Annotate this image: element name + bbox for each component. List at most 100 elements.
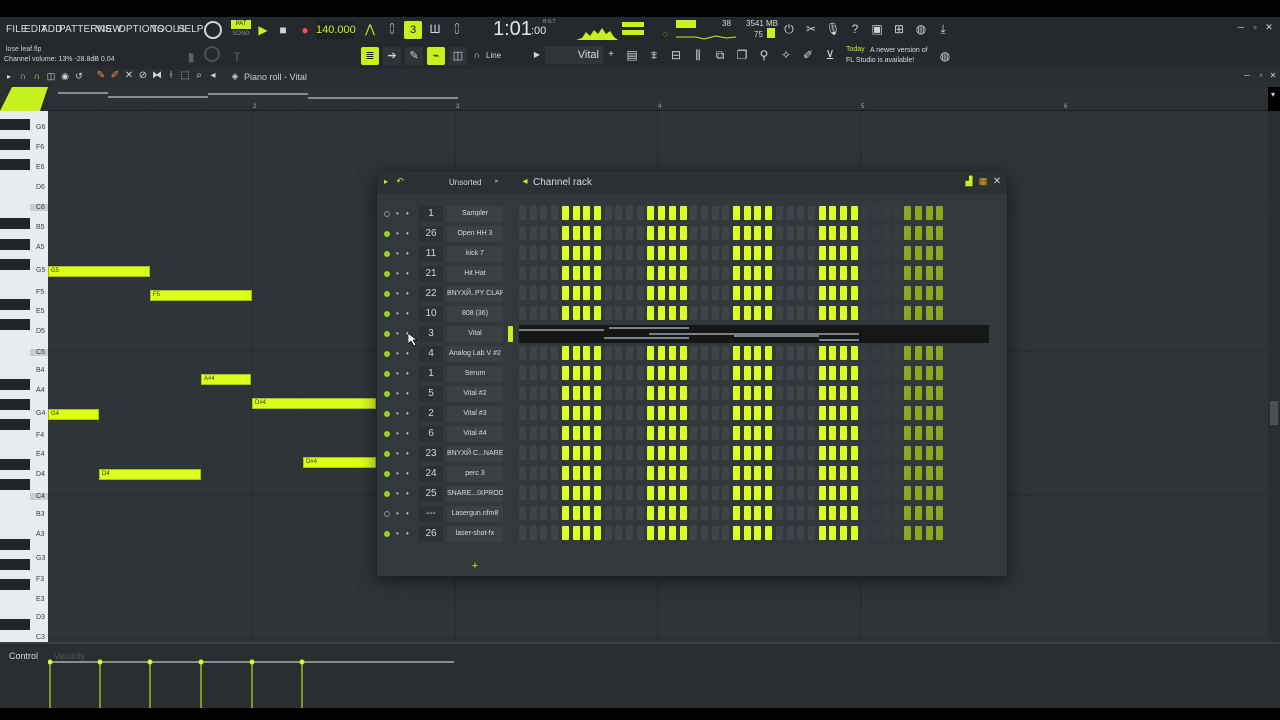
step-button[interactable]	[561, 466, 569, 480]
step-button[interactable]	[850, 366, 858, 380]
step-button[interactable]	[561, 446, 569, 460]
step-button[interactable]	[818, 526, 826, 540]
step-button[interactable]	[904, 506, 912, 520]
step-button[interactable]	[658, 486, 666, 500]
step-button[interactable]	[647, 306, 655, 320]
volume-knob-icon[interactable]: •	[406, 229, 409, 238]
step-button[interactable]	[786, 266, 794, 280]
step-button[interactable]	[797, 406, 805, 420]
step-button[interactable]	[797, 366, 805, 380]
step-button[interactable]	[925, 446, 933, 460]
select-tool-icon[interactable]: ⬚	[180, 70, 190, 81]
step-button[interactable]	[636, 426, 644, 440]
step-button[interactable]	[754, 206, 762, 220]
step-button[interactable]	[593, 306, 601, 320]
step-button[interactable]	[807, 386, 815, 400]
step-button[interactable]	[647, 226, 655, 240]
piano-roll-view-button[interactable]: ≣	[361, 47, 379, 65]
step-button[interactable]	[711, 266, 719, 280]
channel-name-button[interactable]: Sampler	[447, 206, 503, 222]
step-button[interactable]	[658, 286, 666, 300]
step-button[interactable]	[615, 526, 623, 540]
black-key[interactable]	[0, 319, 30, 330]
step-button[interactable]	[807, 206, 815, 220]
step-button[interactable]	[872, 466, 880, 480]
step-button[interactable]	[604, 426, 612, 440]
step-button[interactable]	[882, 306, 890, 320]
step-button[interactable]	[658, 226, 666, 240]
preset-prev-arrow-icon[interactable]: ▶	[533, 50, 541, 59]
step-button[interactable]	[904, 406, 912, 420]
step-button[interactable]	[540, 426, 548, 440]
step-button[interactable]	[583, 266, 591, 280]
step-button[interactable]	[765, 206, 773, 220]
step-button[interactable]	[636, 246, 644, 260]
step-button[interactable]	[658, 506, 666, 520]
step-button[interactable]	[861, 286, 869, 300]
step-button[interactable]	[658, 526, 666, 540]
step-button[interactable]	[658, 466, 666, 480]
step-button[interactable]	[711, 446, 719, 460]
step-button[interactable]	[700, 486, 708, 500]
minimize-window-icon[interactable]: ─	[1236, 22, 1246, 32]
step-button[interactable]	[583, 386, 591, 400]
step-button[interactable]	[636, 306, 644, 320]
step-button[interactable]	[593, 466, 601, 480]
mixer-track-number[interactable]: 1	[419, 366, 443, 382]
step-button[interactable]	[626, 426, 633, 440]
step-button[interactable]	[882, 506, 890, 520]
step-button[interactable]	[690, 386, 698, 400]
step-button[interactable]	[647, 506, 655, 520]
step-button[interactable]	[743, 346, 751, 360]
step-button[interactable]	[647, 406, 655, 420]
step-button[interactable]	[615, 486, 623, 500]
step-button[interactable]	[925, 426, 933, 440]
slip-tool-icon[interactable]: ⧓	[152, 70, 162, 81]
step-button[interactable]	[818, 486, 826, 500]
step-button[interactable]	[626, 366, 633, 380]
step-button[interactable]	[572, 526, 580, 540]
step-button[interactable]	[626, 286, 633, 300]
arrow-right-button[interactable]: ➔	[383, 47, 401, 65]
step-button[interactable]	[861, 506, 869, 520]
channel-active-led[interactable]	[384, 311, 390, 317]
step-button[interactable]	[583, 246, 591, 260]
step-button[interactable]	[754, 266, 762, 280]
step-button[interactable]	[519, 226, 526, 240]
step-button[interactable]	[797, 346, 805, 360]
step-button[interactable]	[743, 226, 751, 240]
step-button[interactable]	[754, 386, 762, 400]
graph-editor-icon[interactable]: ▟	[963, 176, 975, 187]
step-button[interactable]	[893, 486, 901, 500]
step-button[interactable]	[690, 266, 698, 280]
news-message[interactable]: A newer version of FL Studio is availabl…	[846, 46, 936, 66]
channel-name-button[interactable]: kick 7	[447, 246, 503, 262]
step-button[interactable]	[840, 246, 847, 260]
step-button[interactable]	[829, 346, 837, 360]
step-button[interactable]	[519, 246, 526, 260]
step-button[interactable]	[733, 366, 740, 380]
step-button[interactable]	[626, 226, 633, 240]
step-button[interactable]	[914, 386, 922, 400]
step-button[interactable]	[765, 306, 773, 320]
step-button[interactable]	[754, 406, 762, 420]
close-window-icon[interactable]: ✕	[1264, 22, 1274, 33]
step-button[interactable]	[786, 386, 794, 400]
volume-knob-icon[interactable]: •	[406, 309, 409, 318]
step-button[interactable]	[572, 406, 580, 420]
step-button[interactable]	[893, 406, 901, 420]
step-button[interactable]	[882, 346, 890, 360]
step-button[interactable]	[754, 526, 762, 540]
step-button[interactable]	[829, 226, 837, 240]
step-button[interactable]	[540, 286, 548, 300]
step-button[interactable]	[904, 226, 912, 240]
channel-name-button[interactable]: 808 (36)	[447, 306, 503, 322]
step-button[interactable]	[572, 346, 580, 360]
plug-icon[interactable]: ⚲	[756, 48, 772, 62]
step-button[interactable]	[882, 286, 890, 300]
step-button[interactable]	[904, 426, 912, 440]
channel-name-button[interactable]: Vital #4	[447, 426, 503, 442]
step-button[interactable]	[850, 406, 858, 420]
step-button[interactable]	[647, 366, 655, 380]
step-button[interactable]	[658, 366, 666, 380]
